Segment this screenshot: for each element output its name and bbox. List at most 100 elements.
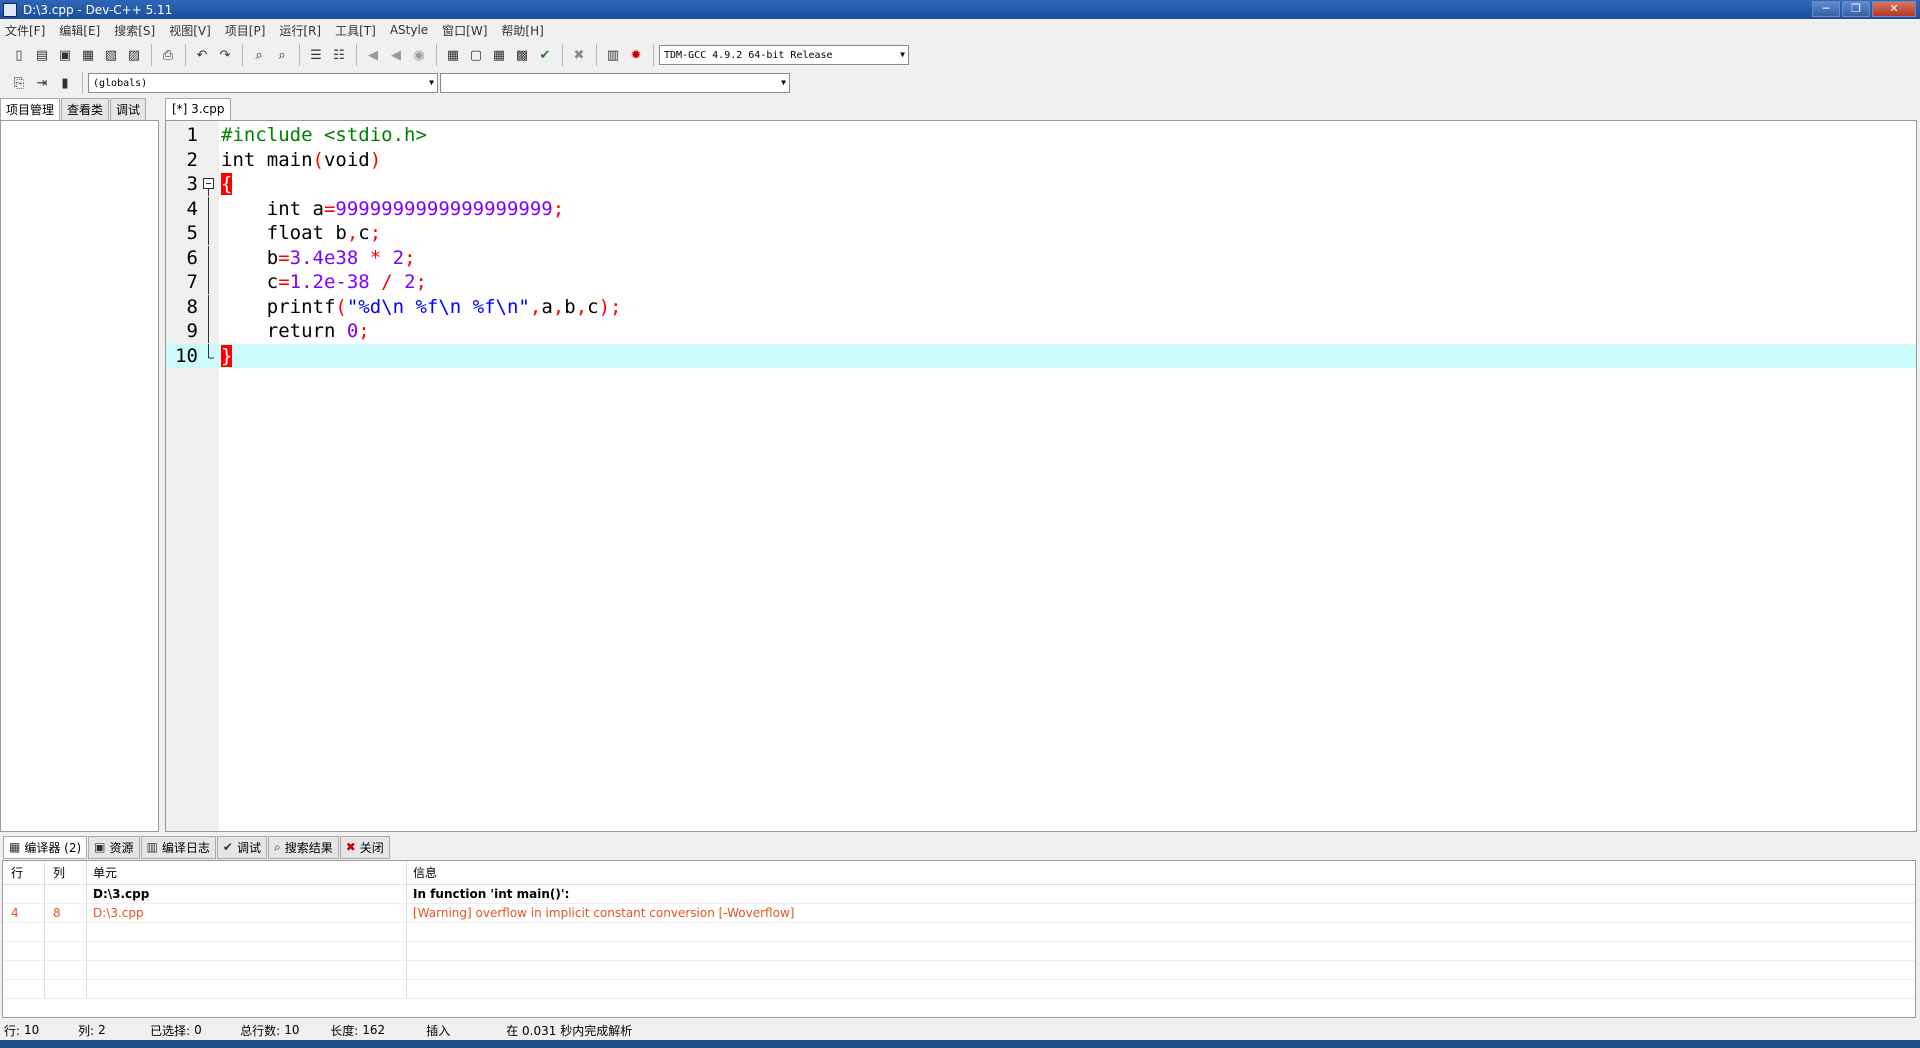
- compile-icon[interactable]: ▦: [442, 44, 464, 66]
- header-col[interactable]: 列: [45, 861, 87, 884]
- tab-project[interactable]: 项目管理: [0, 98, 61, 120]
- menu-help[interactable]: 帮助[H]: [501, 22, 543, 39]
- tab-compiler-label: 编译器 (2): [24, 840, 82, 855]
- code-token: "%d\n %f\n %f\n": [346, 295, 530, 318]
- tab-compiler[interactable]: ▦ 编译器 (2): [3, 835, 88, 859]
- code-token: c: [358, 222, 370, 244]
- table-row[interactable]: 4 8 D:\3.cpp [Warning] overflow in impli…: [3, 904, 1915, 923]
- save-all-icon[interactable]: ▦: [77, 44, 99, 66]
- undo-icon[interactable]: ↶: [191, 44, 213, 66]
- menu-window[interactable]: 窗口[W]: [442, 22, 487, 39]
- table-row[interactable]: D:\3.cpp In function 'int main()':: [3, 885, 1915, 904]
- header-unit[interactable]: 单元: [87, 861, 407, 884]
- fold-line-icon: [202, 294, 216, 319]
- check-icon: ✔: [222, 840, 233, 854]
- bookmark-icon[interactable]: ◉: [408, 44, 430, 66]
- tab-resources[interactable]: ▣ 资源: [88, 835, 140, 859]
- back-icon[interactable]: ◀: [362, 44, 384, 66]
- unindent-icon[interactable]: ☷: [328, 44, 350, 66]
- menu-view[interactable]: 视图[V]: [169, 22, 211, 39]
- goto-icon[interactable]: ⇥: [31, 72, 53, 94]
- scope-select[interactable]: (globals) ▼: [88, 73, 438, 93]
- code-line[interactable]: 5 float b,c;: [166, 221, 1916, 245]
- code-line[interactable]: 8 printf("%d\n %f\n %f\n",a,b,c);: [166, 294, 1916, 319]
- header-line[interactable]: 行: [3, 861, 45, 884]
- code-token: c: [587, 295, 599, 318]
- minimize-button[interactable]: ─: [1812, 1, 1840, 17]
- maximize-button[interactable]: ❐: [1842, 1, 1870, 17]
- close-button[interactable]: ✕: [1872, 1, 1916, 17]
- code-line[interactable]: 7 c=1.2e-38 / 2;: [166, 270, 1916, 294]
- code-token: (: [312, 148, 324, 171]
- code-line[interactable]: 3{: [166, 172, 1916, 196]
- menu-file[interactable]: 文件[F]: [5, 22, 45, 39]
- tab-debug-output[interactable]: ✔ 调试: [216, 835, 267, 859]
- project-panel[interactable]: [0, 120, 159, 832]
- fold-line-icon: [202, 270, 216, 294]
- dropdown-arrow-icon: ▼: [781, 78, 786, 87]
- debug-icon[interactable]: ✹: [625, 44, 647, 66]
- stop-icon[interactable]: ✖: [568, 44, 590, 66]
- dropdown-arrow-icon: ▼: [900, 50, 905, 59]
- tab-classes[interactable]: 查看类: [61, 98, 110, 120]
- code-line[interactable]: 2 int main(void): [166, 148, 1916, 172]
- tab-compile-log[interactable]: ▥ 编译日志: [140, 835, 216, 859]
- taskbar: [0, 1040, 1920, 1048]
- status-parse: 在 0.031 秒内完成解析: [506, 1023, 633, 1038]
- code-token: #include <stdio.h>: [221, 124, 427, 146]
- status-bar: 行: 10 列: 2 已选择: 0 总行数: 10 长度: 162 插入 在 0…: [0, 1020, 1920, 1040]
- code-token: ,: [529, 295, 542, 318]
- open-file-icon[interactable]: ▤: [31, 44, 53, 66]
- code-token: ,: [575, 295, 588, 318]
- syntax-check-icon[interactable]: ✔: [534, 44, 556, 66]
- save-icon[interactable]: ▣: [54, 44, 76, 66]
- close-file-icon[interactable]: ▧: [100, 44, 122, 66]
- insert-icon[interactable]: ⎘: [8, 72, 30, 94]
- bookmark-toggle-icon[interactable]: ▮: [54, 72, 76, 94]
- fold-collapse-icon[interactable]: [202, 172, 216, 196]
- tab-search-results[interactable]: ⌕ 搜索结果: [267, 835, 339, 859]
- cell-message: In function 'int main()':: [413, 887, 570, 901]
- close-all-icon[interactable]: ▨: [123, 44, 145, 66]
- forward-icon[interactable]: ◀: [385, 44, 407, 66]
- code-token: ,: [346, 222, 359, 244]
- header-message[interactable]: 信息: [407, 861, 1915, 884]
- search-icon: ⌕: [273, 839, 281, 854]
- new-file-icon[interactable]: ▯: [8, 44, 30, 66]
- code-line[interactable]: 10}: [166, 343, 1916, 368]
- file-tab[interactable]: [*] 3.cpp: [165, 98, 232, 120]
- redo-icon[interactable]: ↷: [214, 44, 236, 66]
- compiler-results-table[interactable]: 行 列 单元 信息 D:\3.cpp In function 'int main…: [2, 860, 1916, 1018]
- find-icon[interactable]: ⌕: [248, 44, 270, 66]
- replace-icon[interactable]: ⌕: [271, 44, 293, 66]
- code-editor[interactable]: 1 #include <stdio.h> 2 int main(void) 3{4 in…: [165, 120, 1917, 832]
- tab-close-label: 关闭: [359, 840, 384, 855]
- menu-edit[interactable]: 编辑[E]: [59, 22, 100, 39]
- rebuild-icon[interactable]: ▩: [511, 44, 533, 66]
- indent-icon[interactable]: ☰: [305, 44, 327, 66]
- code-line[interactable]: 4 int a=9999999999999999999;: [166, 196, 1916, 221]
- print-icon[interactable]: ⎙: [157, 44, 179, 66]
- code-token: =: [278, 271, 290, 293]
- compiler-select[interactable]: TDM-GCC 4.9.2 64-bit Release ▼: [659, 45, 909, 65]
- code-token: 9999999999999999999: [335, 197, 553, 220]
- tab-debug[interactable]: 调试: [110, 98, 147, 120]
- menu-search[interactable]: 搜索[S]: [114, 22, 155, 39]
- title-bar: D:\3.cpp - Dev-C++ 5.11 ─ ❐ ✕: [0, 0, 1920, 19]
- menu-run[interactable]: 运行[R]: [279, 22, 321, 39]
- member-select[interactable]: ▼: [440, 73, 790, 93]
- compile-run-icon[interactable]: ▦: [488, 44, 510, 66]
- code-token: {: [221, 173, 233, 195]
- menu-astyle[interactable]: AStyle: [390, 23, 428, 37]
- tab-close[interactable]: ✖ 关闭: [339, 835, 390, 859]
- resource-icon: ▣: [94, 840, 106, 854]
- line-number: 10: [175, 344, 198, 367]
- menu-project[interactable]: 项目[P]: [225, 22, 266, 39]
- code-line[interactable]: 9 return 0;: [166, 319, 1916, 343]
- menu-tools[interactable]: 工具[T]: [335, 22, 376, 39]
- run-icon[interactable]: ▢: [465, 44, 487, 66]
- code-line[interactable]: 1 #include <stdio.h>: [166, 123, 1916, 147]
- profile-icon[interactable]: ▥: [602, 44, 624, 66]
- code-line[interactable]: 6 b=3.4e38 * 2;: [166, 245, 1916, 270]
- main-toolbar: ▯ ▤ ▣ ▦ ▧ ▨ ⎙ ↶ ↷ ⌕ ⌕ ☰ ☷ ◀ ◀ ◉ ▦ ▢ ▦ ▩ …: [0, 41, 1920, 69]
